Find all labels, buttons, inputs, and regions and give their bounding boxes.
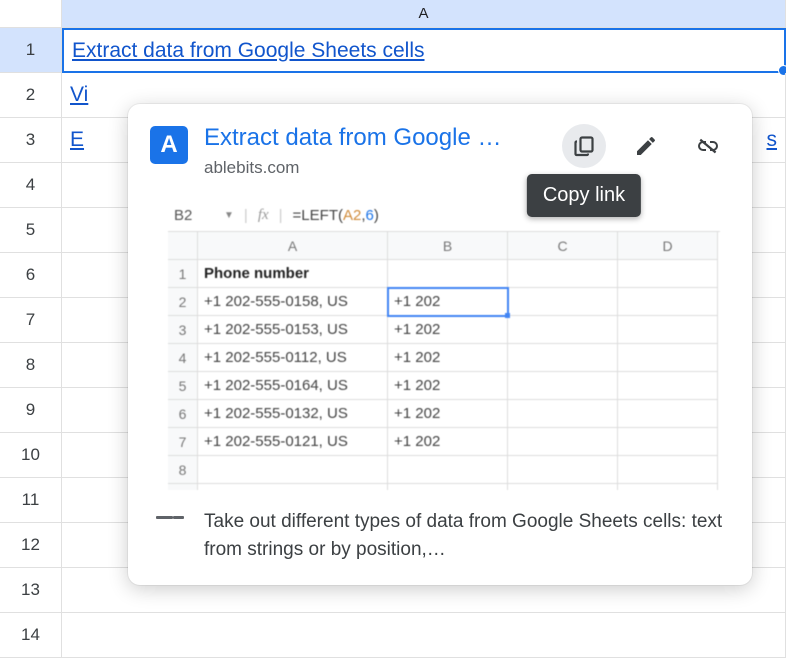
preview-cell-ref: B2 — [174, 207, 214, 224]
link-preview-image: B2 ▼ | fx | =LEFT(A2,6) ABCD1Phone numbe… — [168, 200, 720, 490]
row-header[interactable]: 4 — [0, 163, 62, 208]
copy-icon — [572, 134, 596, 158]
column-header-row: A — [0, 0, 786, 28]
row-header[interactable]: 2 — [0, 73, 62, 118]
cell-a1[interactable]: Extract data from Google Sheets cells — [62, 28, 786, 73]
row-header[interactable]: 7 — [0, 298, 62, 343]
cell-a3-text-right: s — [767, 128, 778, 152]
card-header: A Extract data from Google … ablebits.co… — [150, 124, 730, 178]
row-header[interactable]: 6 — [0, 253, 62, 298]
fx-icon: fx — [258, 207, 269, 224]
select-all-corner[interactable] — [0, 0, 62, 27]
row-header[interactable]: 14 — [0, 613, 62, 658]
unlink-icon — [696, 134, 720, 158]
column-header-a[interactable]: A — [62, 0, 786, 27]
card-actions: Copy link — [562, 124, 730, 168]
favicon: A — [150, 126, 188, 164]
row-header[interactable]: 13 — [0, 568, 62, 613]
copy-link-button[interactable]: Copy link — [562, 124, 606, 168]
card-title-block[interactable]: Extract data from Google … ablebits.com — [204, 124, 538, 178]
row-header[interactable]: 8 — [0, 343, 62, 388]
row-header[interactable]: 9 — [0, 388, 62, 433]
edit-link-button[interactable] — [624, 124, 668, 168]
description-icon — [156, 508, 184, 521]
row-header[interactable]: 1 — [0, 28, 62, 73]
card-description-row: Take out different types of data from Go… — [150, 508, 730, 563]
cell-a3-text-left: E — [70, 128, 84, 152]
preview-formula-bar: B2 ▼ | fx | =LEFT(A2,6) — [168, 200, 720, 232]
row-header[interactable]: 10 — [0, 433, 62, 478]
preview-grid: ABCD1Phone number2+1 202-555-0158, US+1 … — [168, 232, 720, 490]
chevron-down-icon: ▼ — [224, 210, 234, 221]
row-headers: 1 2 3 4 5 6 7 8 9 10 11 12 13 14 — [0, 28, 62, 658]
row-header[interactable]: 12 — [0, 523, 62, 568]
preview-formula: =LEFT(A2,6) — [293, 207, 379, 224]
row-header[interactable]: 5 — [0, 208, 62, 253]
row-header[interactable]: 3 — [0, 118, 62, 163]
cell-a14[interactable] — [62, 613, 786, 658]
link-preview-card: A Extract data from Google … ablebits.co… — [128, 104, 752, 585]
card-domain: ablebits.com — [204, 158, 538, 178]
card-title: Extract data from Google … — [204, 124, 538, 152]
row-header[interactable]: 11 — [0, 478, 62, 523]
remove-link-button[interactable] — [686, 124, 730, 168]
card-description: Take out different types of data from Go… — [204, 508, 730, 563]
pencil-icon — [634, 134, 658, 158]
